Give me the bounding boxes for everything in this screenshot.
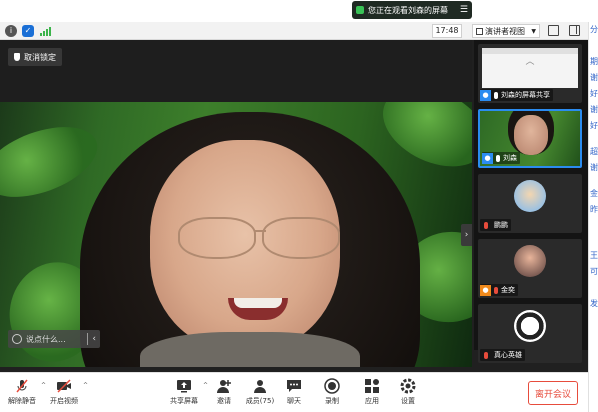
user-icon: ● — [482, 152, 493, 164]
start-video-button[interactable]: 开启视频 ^ — [44, 378, 88, 410]
fullscreen-icon[interactable] — [548, 25, 559, 36]
thumbnail-label: 鹏鹏 — [494, 221, 508, 229]
speaker-video — [0, 102, 472, 367]
thumbnail-participant[interactable]: ● 刘森 — [478, 109, 582, 168]
share-banner-text: 您正在观看刘森的屏幕 — [368, 5, 448, 15]
bottom-toolbar: 解除静音 ^ 开启视频 ^ 共享屏幕 ^ 邀请 成员(75) 聊天 录制 应用 … — [0, 372, 588, 412]
share-screen-icon — [176, 378, 192, 394]
leave-meeting-button[interactable]: 离开会议 — [528, 381, 578, 405]
chevron-down-icon: ▼ — [531, 27, 536, 35]
main-video-stage: 取消锁定 说点什么... ‹ › — [0, 40, 472, 367]
thumbnail-participant[interactable]: 真心英雄 — [478, 304, 582, 363]
participant-thumbnails: ︿ ● 刘森的屏幕共享 ● 刘森 鹏鹏 ● 金奕 真心英雄 — [474, 40, 588, 363]
view-mode-dropdown[interactable]: 演讲者视图 ▼ — [472, 24, 540, 38]
sidebar-toggle-icon[interactable] — [569, 25, 580, 36]
thumbnail-label: 真心英雄 — [494, 351, 522, 359]
mic-icon — [494, 91, 498, 99]
pin-icon — [14, 53, 20, 61]
start-video-label: 开启视频 — [50, 397, 78, 405]
chat-icon — [286, 378, 302, 394]
gear-icon — [400, 378, 416, 394]
mic-muted-icon — [14, 378, 30, 394]
add-user-icon — [216, 378, 232, 394]
mic-muted-icon — [494, 286, 498, 294]
thumbnail-participant[interactable]: 鹏鹏 — [478, 174, 582, 233]
apps-icon — [364, 378, 380, 394]
background-document-sliver: 分 期 谢 好 谢 好 超 谢 金 昨 王 可 发 — [588, 22, 598, 412]
collapse-thumbnails-button[interactable]: › — [461, 224, 472, 246]
background-app-strip — [0, 0, 598, 22]
speaker-shoulders — [140, 332, 360, 367]
share-screen-label: 共享屏幕 — [170, 397, 198, 405]
thumbnail-screen-share[interactable]: ︿ ● 刘森的屏幕共享 — [478, 44, 582, 103]
chat-input[interactable]: 说点什么... ‹ — [8, 330, 100, 348]
mic-icon — [496, 154, 500, 162]
settings-button[interactable]: 设置 — [388, 378, 428, 410]
network-signal-icon[interactable] — [40, 26, 51, 36]
unlock-label: 取消锁定 — [24, 52, 56, 62]
chat-label: 聊天 — [287, 397, 301, 405]
thumbnail-label: 刘森的屏幕共享 — [501, 91, 550, 99]
menu-icon[interactable]: ☰ — [460, 5, 468, 15]
screen-share-banner[interactable]: 您正在观看刘森的屏幕 ☰ — [352, 1, 472, 19]
invite-label: 邀请 — [217, 397, 231, 405]
chat-placeholder: 说点什么... — [26, 334, 66, 344]
members-label: 成员(75) — [245, 397, 275, 405]
thumbnail-label: 金奕 — [501, 286, 515, 294]
record-label: 录制 — [325, 397, 339, 405]
thumbnail-participant[interactable]: ● 金奕 — [478, 239, 582, 298]
unmute-label: 解除静音 — [8, 397, 36, 405]
thumbnail-label: 刘森 — [503, 154, 517, 162]
apps-label: 应用 — [365, 397, 379, 405]
chat-button[interactable]: 聊天 — [274, 378, 314, 410]
settings-label: 设置 — [401, 397, 415, 405]
invite-button[interactable]: 邀请 — [204, 378, 244, 410]
avatar — [514, 180, 546, 212]
shield-icon[interactable]: ✓ — [22, 24, 34, 37]
share-indicator-icon — [356, 6, 364, 14]
meeting-timer: 17:48 — [432, 24, 462, 38]
title-bar: i ✓ 17:48 演讲者视图 ▼ — [0, 22, 588, 40]
members-icon — [252, 378, 268, 394]
user-icon: ● — [480, 284, 491, 296]
share-screen-button[interactable]: 共享屏幕 ^ — [164, 378, 208, 410]
chevron-up-icon[interactable]: ^ — [83, 382, 88, 389]
avatar — [514, 310, 546, 342]
glasses-right — [262, 217, 340, 259]
record-button[interactable]: 录制 — [312, 378, 352, 410]
unmute-button[interactable]: 解除静音 ^ — [2, 378, 46, 410]
mic-muted-icon — [483, 221, 488, 229]
avatar — [514, 245, 546, 277]
screen-share-preview: ︿ — [482, 48, 578, 88]
record-icon — [324, 378, 340, 394]
apps-button[interactable]: 应用 — [352, 378, 392, 410]
chevron-left-icon[interactable]: ‹ — [92, 334, 96, 344]
unlock-pin-button[interactable]: 取消锁定 — [8, 48, 62, 66]
view-mode-label: 演讲者视图 — [485, 26, 525, 36]
smile-icon[interactable] — [12, 334, 22, 344]
grid-icon — [476, 27, 483, 35]
info-icon[interactable]: i — [5, 24, 17, 37]
video-off-icon — [56, 378, 72, 394]
meeting-window: i ✓ 17:48 演讲者视图 ▼ 取消锁定 说点什么... ‹ › ︿ ● 刘… — [0, 22, 588, 412]
glasses-left — [178, 217, 256, 259]
participant-face — [514, 115, 548, 155]
user-icon: ● — [480, 89, 491, 101]
mic-muted-icon — [483, 351, 488, 359]
chevron-up-icon: ︿ — [525, 57, 535, 67]
